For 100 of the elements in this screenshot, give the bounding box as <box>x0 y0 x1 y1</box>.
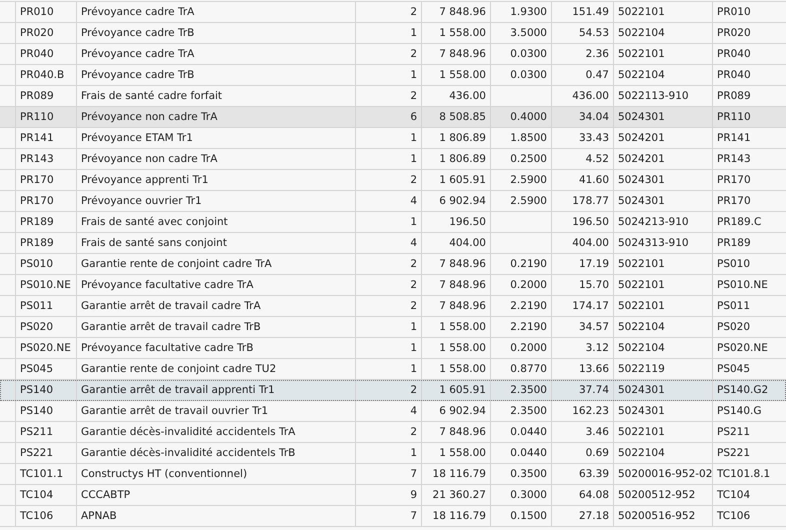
table-cell: PS221 <box>20 447 54 459</box>
table-cell: PR020 <box>717 27 751 39</box>
table-cell: Frais de santé sans conjoint <box>81 237 227 249</box>
table-cell: TC101.1 <box>20 468 64 480</box>
table-cell: PR189.C <box>717 216 762 228</box>
table-cell: 5022104 <box>618 447 665 459</box>
table-cell: Garantie décès-invalidité accidentels TrB <box>81 447 296 459</box>
table-row[interactable]: PS020.NE Prévoyance facultative cadre TrB 1 1 558.00 0.2000 3.12 5022104 PS020.NE <box>0 338 786 359</box>
table-cell: 2.3500 <box>510 405 547 417</box>
table-cell: 0.4000 <box>510 111 547 123</box>
table-row[interactable]: PS140 Garantie arrêt de travail ouvrier Tr1 4 6 902.94 2.3500 162.23 5024301 PS140.G <box>0 401 786 422</box>
table-cell: TC104 <box>717 489 750 501</box>
table-cell: 18 116.79 <box>432 510 486 522</box>
table-row[interactable]: PR110 Prévoyance non cadre TrA 6 8 508.85 0.4000 34.04 5024301 PR110 <box>0 107 786 128</box>
table-cell: 1 <box>410 153 417 165</box>
table-cell: 0.2190 <box>510 258 547 270</box>
table-cell: 5022101 <box>618 48 665 60</box>
table-cell: 5022119 <box>618 363 665 375</box>
table-row[interactable]: PR010 Prévoyance cadre TrA 2 7 848.96 1.9300 151.49 5022101 PR010 <box>0 2 786 23</box>
table-cell: PR110 <box>20 111 54 123</box>
table-row[interactable]: PR170 Prévoyance ouvrier Tr1 4 6 902.94 2.5900 178.77 5024301 PR170 <box>0 191 786 212</box>
table-cell: Prévoyance cadre TrB <box>81 27 194 39</box>
table-cell: 2.3500 <box>510 384 547 396</box>
table-cell: 1 <box>410 69 417 81</box>
table-cell: 13.66 <box>578 363 609 375</box>
table-cell: 1.9300 <box>510 6 547 18</box>
table-cell: 7 <box>410 510 417 522</box>
table-cell: 196.50 <box>572 216 609 228</box>
table-cell: PR020 <box>20 27 54 39</box>
table-cell: 17.19 <box>578 258 609 270</box>
table-cell: 0.3500 <box>510 468 547 480</box>
table-cell: Prévoyance non cadre TrA <box>81 111 218 123</box>
table-cell: 5024301 <box>618 195 665 207</box>
table-row[interactable]: PS020 Garantie arrêt de travail cadre TrB 1 1 558.00 2.2190 34.57 5022104 PS020 <box>0 317 786 338</box>
table-cell: 4 <box>410 195 417 207</box>
table-cell: 1 <box>410 363 417 375</box>
table-cell: 7 848.96 <box>439 6 486 18</box>
table-cell: 50200016-952-02 <box>618 468 712 480</box>
table-cell: 0.47 <box>586 69 609 81</box>
table-row[interactable]: PS140 Garantie arrêt de travail apprenti Tr1 2 1 605.91 2.3500 37.74 5024301 PS140.G2 <box>0 380 786 401</box>
table-row[interactable]: PR170 Prévoyance apprenti Tr1 2 1 605.91 2.5900 41.60 5024301 PR170 <box>0 170 786 191</box>
table-row[interactable]: PS011 Garantie arrêt de travail cadre TrA 2 7 848.96 2.2190 174.17 5022101 PS011 <box>0 296 786 317</box>
table-cell: 404.00 <box>572 237 609 249</box>
table-cell: 41.60 <box>578 174 609 186</box>
table-cell: 5022104 <box>618 321 665 333</box>
table-cell: 5024301 <box>618 174 665 186</box>
table-cell: 2.5900 <box>510 195 547 207</box>
table-row[interactable]: TC106 APNAB 7 18 116.79 0.1500 27.18 50200516-952 TC106 <box>0 506 786 527</box>
table-cell: 4 <box>410 405 417 417</box>
table-cell: Prévoyance cadre TrA <box>81 6 194 18</box>
table-cell: 3.46 <box>586 426 609 438</box>
table-cell: 5022101 <box>618 258 665 270</box>
table-cell: 7 <box>410 468 417 480</box>
table-cell: 15.70 <box>578 279 609 291</box>
table-cell: 5022101 <box>618 279 665 291</box>
table-cell: 18 116.79 <box>432 468 486 480</box>
table-row[interactable]: PR143 Prévoyance non cadre TrA 1 1 806.89 0.2500 4.52 5024201 PR143 <box>0 149 786 170</box>
table-cell: 1 <box>410 342 417 354</box>
table-cell: 64.08 <box>578 489 609 501</box>
table-cell: 7 848.96 <box>439 279 486 291</box>
table-cell: 0.0300 <box>510 48 547 60</box>
table-cell: PS140 <box>20 384 54 396</box>
table-cell: 2 <box>410 258 417 270</box>
table-cell: PS011 <box>717 300 750 312</box>
table-row[interactable]: TC101.1 Constructys HT (conventionnel) 7 18 116.79 0.3500 63.39 50200016-952-02 TC101.8.1 <box>0 464 786 485</box>
table-row[interactable]: PR020 Prévoyance cadre TrB 1 1 558.00 3.5000 54.53 5022104 PR020 <box>0 23 786 44</box>
table-cell: 151.49 <box>572 6 609 18</box>
table-row[interactable]: PR040.B Prévoyance cadre TrB 1 1 558.00 0.0300 0.47 5022104 PR040 <box>0 65 786 86</box>
table-row[interactable]: PR189 Frais de santé sans conjoint 4 404.00 404.00 5024313-910 PR189 <box>0 233 786 254</box>
table-cell: PS020 <box>20 321 54 333</box>
table-row[interactable]: PS221 Garantie décès-invalidité accidentels TrB 1 1 558.00 0.0440 0.69 5022104 PS221 <box>0 443 786 464</box>
table-row[interactable]: PS010.NE Prévoyance facultative cadre TrA 2 7 848.96 0.2000 15.70 5022101 PS010.NE <box>0 275 786 296</box>
table-cell: 5024313-910 <box>618 237 689 249</box>
table-cell: 1 806.89 <box>439 132 486 144</box>
table-cell: 1 558.00 <box>439 27 486 39</box>
table-cell: 0.0300 <box>510 69 547 81</box>
table-cell: PR170 <box>20 174 54 186</box>
table-cell: Frais de santé avec conjoint <box>81 216 228 228</box>
table-cell: 5022104 <box>618 342 665 354</box>
table-cell: 27.18 <box>578 510 609 522</box>
table-row[interactable]: PS045 Garantie rente de conjoint cadre TU2 1 1 558.00 0.8770 13.66 5022119 PS045 <box>0 359 786 380</box>
table-row[interactable]: PR040 Prévoyance cadre TrA 2 7 848.96 0.0300 2.36 5022101 PR040 <box>0 44 786 65</box>
table-row[interactable]: TC104 CCCABTP 9 21 360.27 0.3000 64.08 50200512-952 TC104 <box>0 485 786 506</box>
table-cell: 5024301 <box>618 405 665 417</box>
table-cell: 1 558.00 <box>439 363 486 375</box>
table-cell: PR143 <box>717 153 751 165</box>
table-cell: PR141 <box>717 132 751 144</box>
table-cell: 2 <box>410 279 417 291</box>
table-cell: PS020.NE <box>717 342 768 354</box>
table-cell: Garantie décès-invalidité accidentels TrA <box>81 426 296 438</box>
table-row[interactable]: PS010 Garantie rente de conjoint cadre TrA 2 7 848.96 0.2190 17.19 5022101 PS010 <box>0 254 786 275</box>
table-cell: 196.50 <box>449 216 486 228</box>
table-row[interactable]: PR141 Prévoyance ETAM Tr1 1 1 806.89 1.8500 33.43 5024201 PR141 <box>0 128 786 149</box>
table-cell: 2 <box>410 174 417 186</box>
table-row[interactable]: PS211 Garantie décès-invalidité accidentels TrA 2 7 848.96 0.0440 3.46 5022101 PS211 <box>0 422 786 443</box>
table-row[interactable]: PR189 Frais de santé avec conjoint 1 196.50 196.50 5024213-910 PR189.C <box>0 212 786 233</box>
table-cell: 162.23 <box>572 405 609 417</box>
table-cell: PR170 <box>20 195 54 207</box>
table-cell: 1 558.00 <box>439 342 486 354</box>
table-row[interactable]: PR089 Frais de santé cadre forfait 2 436.00 436.00 5022113-910 PR089 <box>0 86 786 107</box>
